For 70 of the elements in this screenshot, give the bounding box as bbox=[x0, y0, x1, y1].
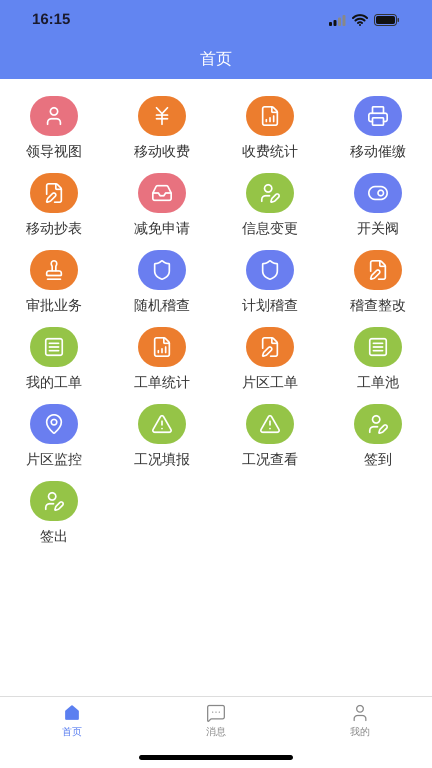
app-shortcut[interactable]: 片区工单 bbox=[216, 327, 324, 392]
app-label: 减免申请 bbox=[134, 219, 190, 238]
shield-icon bbox=[259, 259, 281, 281]
app-shortcut[interactable]: 工单统计 bbox=[108, 327, 216, 392]
app-label: 工况查看 bbox=[242, 450, 298, 469]
app-shortcut[interactable]: 随机稽查 bbox=[108, 250, 216, 315]
wifi-icon bbox=[352, 14, 368, 26]
app-shortcut[interactable]: 领导视图 bbox=[0, 96, 108, 161]
app-label: 稽查整改 bbox=[350, 296, 406, 315]
app-label: 移动收费 bbox=[134, 142, 190, 161]
app-shortcut[interactable]: 片区监控 bbox=[0, 404, 108, 469]
app-shortcut[interactable]: 移动催缴 bbox=[324, 96, 432, 161]
app-label: 开关阀 bbox=[357, 219, 399, 238]
app-label: 移动催缴 bbox=[350, 142, 406, 161]
app-shortcut[interactable]: 信息变更 bbox=[216, 173, 324, 238]
warning-icon bbox=[151, 413, 173, 435]
battery-icon bbox=[374, 14, 400, 26]
app-label: 信息变更 bbox=[242, 219, 298, 238]
app-shortcut[interactable]: 收费统计 bbox=[216, 96, 324, 161]
tray-icon bbox=[151, 182, 173, 204]
app-label: 移动抄表 bbox=[26, 219, 82, 238]
chart-file-icon bbox=[151, 336, 173, 358]
signal-icon bbox=[329, 14, 346, 26]
app-shortcut[interactable]: 移动收费 bbox=[108, 96, 216, 161]
user-edit-icon bbox=[43, 490, 65, 512]
app-shortcut[interactable]: 工况填报 bbox=[108, 404, 216, 469]
app-shortcut[interactable]: 工单池 bbox=[324, 327, 432, 392]
app-shortcut[interactable]: 审批业务 bbox=[0, 250, 108, 315]
app-shortcut[interactable]: 开关阀 bbox=[324, 173, 432, 238]
app-label: 工单统计 bbox=[134, 373, 190, 392]
stamp-icon bbox=[43, 259, 65, 281]
user-edit-icon bbox=[367, 413, 389, 435]
app-shortcut[interactable]: 我的工单 bbox=[0, 327, 108, 392]
app-label: 片区工单 bbox=[242, 373, 298, 392]
app-label: 签到 bbox=[364, 450, 392, 469]
app-label: 随机稽查 bbox=[134, 296, 190, 315]
printer-icon bbox=[367, 105, 389, 127]
edit-file-icon bbox=[43, 182, 65, 204]
app-shortcut[interactable]: 稽查整改 bbox=[324, 250, 432, 315]
app-label: 工况填报 bbox=[134, 450, 190, 469]
chart-file-icon bbox=[259, 105, 281, 127]
status-time: 16:15 bbox=[32, 10, 70, 30]
app-label: 我的工单 bbox=[26, 373, 82, 392]
app-label: 收费统计 bbox=[242, 142, 298, 161]
warning-icon bbox=[259, 413, 281, 435]
app-label: 签出 bbox=[40, 527, 68, 546]
app-shortcut[interactable]: 工况查看 bbox=[216, 404, 324, 469]
app-shortcut[interactable]: 签到 bbox=[324, 404, 432, 469]
tab-bar-item[interactable]: 首页 bbox=[0, 703, 144, 740]
edit-file-icon bbox=[367, 259, 389, 281]
user-edit-icon bbox=[259, 182, 281, 204]
app-label: 片区监控 bbox=[26, 450, 82, 469]
tab-bar-item[interactable]: 我的 bbox=[288, 703, 432, 740]
app-shortcut[interactable]: 移动抄表 bbox=[0, 173, 108, 238]
page-title: 首页 bbox=[200, 50, 232, 70]
location-pin-icon bbox=[43, 413, 65, 435]
list-icon bbox=[367, 336, 389, 358]
tab-bar-item[interactable]: 消息 bbox=[144, 703, 288, 740]
message-icon bbox=[206, 703, 226, 723]
app-label: 领导视图 bbox=[26, 142, 82, 161]
app-label: 计划稽查 bbox=[242, 296, 298, 315]
shield-icon bbox=[151, 259, 173, 281]
app-shortcut[interactable]: 签出 bbox=[0, 481, 108, 546]
app-shortcut[interactable]: 减免申请 bbox=[108, 173, 216, 238]
list-icon bbox=[43, 336, 65, 358]
app-shortcut[interactable]: 计划稽查 bbox=[216, 250, 324, 315]
edit-file-icon bbox=[259, 336, 281, 358]
home-icon bbox=[62, 703, 82, 723]
app-label: 审批业务 bbox=[26, 296, 82, 315]
app-label: 工单池 bbox=[357, 373, 399, 392]
